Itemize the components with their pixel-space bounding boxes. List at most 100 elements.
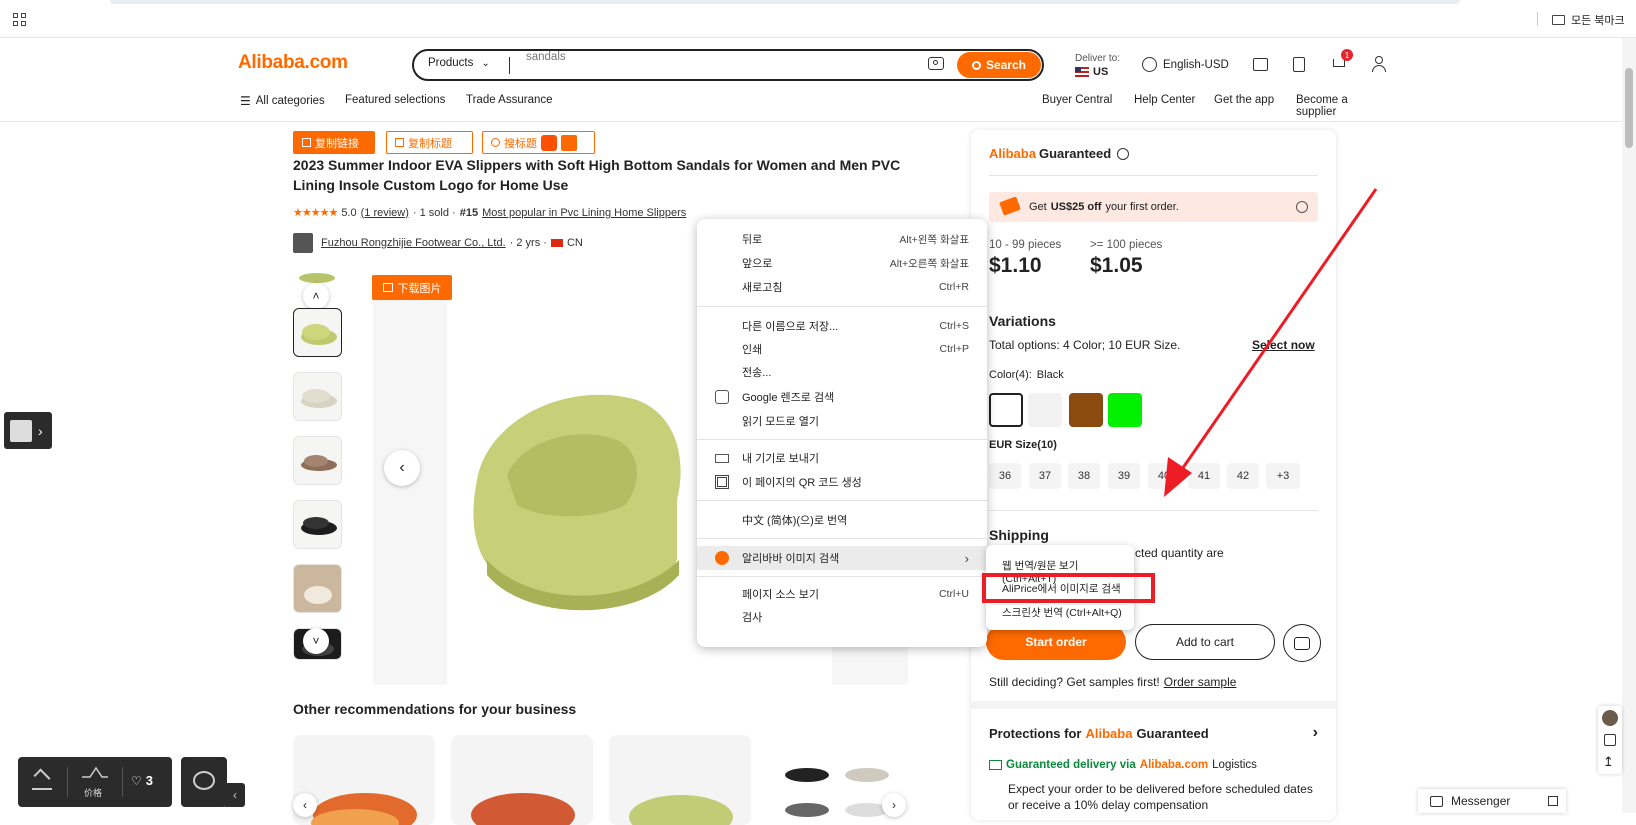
messages-icon[interactable] <box>1253 58 1268 71</box>
rec-card-3[interactable] <box>609 735 751 825</box>
messenger-label: Messenger <box>1451 794 1511 808</box>
alibaba-logo[interactable]: Alibaba.com <box>238 52 348 74</box>
copy-title-button[interactable]: 复制标题 <box>386 131 473 154</box>
get-app-link[interactable]: Get the app <box>1214 94 1274 106</box>
beige-sandal-icon <box>301 389 337 408</box>
size-chip-38[interactable]: 38 <box>1068 463 1100 489</box>
rank-link[interactable]: Most popular in Pvc Lining Home Slippers <box>482 207 686 219</box>
protections-brand-alibaba: Alibaba <box>1085 726 1133 741</box>
size-label: EUR Size(10) <box>989 439 1057 451</box>
order-sample-link[interactable]: Order sample <box>1164 675 1237 689</box>
price-chart-icon[interactable] <box>80 765 110 779</box>
thumbnail-green[interactable] <box>293 308 342 357</box>
account-icon[interactable] <box>1372 56 1386 72</box>
menu-qr-code[interactable]: 이 페이지의 QR 코드 생성 <box>697 471 987 493</box>
dock-collapse-button[interactable]: ‹ <box>225 783 245 807</box>
submenu-screenshot-translate[interactable]: 스크린샷 번역 (Ctrl+Alt+Q) <box>1002 605 1122 620</box>
menu-print-label: 인쇄 <box>742 344 763 356</box>
download-image-button[interactable]: 下载图片 <box>372 275 452 300</box>
menu-forward[interactable]: 앞으로 Alt+오른쪽 화살표 <box>697 252 987 274</box>
page-scrollbar[interactable] <box>1622 38 1636 813</box>
truck-icon <box>989 760 1002 770</box>
search-button[interactable]: Search <box>957 52 1041 78</box>
menu-view-source-shortcut: Ctrl+U <box>938 588 969 600</box>
feedback-icon[interactable] <box>1604 734 1616 746</box>
trade-assurance-link[interactable]: Trade Assurance <box>466 94 553 106</box>
thumbnail-black[interactable] <box>293 500 342 549</box>
favorites-counter[interactable]: ♡ 3 <box>131 773 153 788</box>
protections-heading[interactable]: Protections for Alibaba Guaranteed › <box>989 724 1318 741</box>
menu-print[interactable]: 인쇄 Ctrl+P <box>697 338 987 360</box>
orders-icon[interactable] <box>1293 57 1305 72</box>
become-supplier-link[interactable]: Become a supplier <box>1296 94 1390 118</box>
expand-window-icon[interactable] <box>1548 796 1558 806</box>
taobao-badge-icon <box>561 134 577 151</box>
size-chip-39[interactable]: 39 <box>1108 463 1140 489</box>
search-title-icon <box>491 138 500 147</box>
menu-view-source[interactable]: 페이지 소스 보기 Ctrl+U <box>697 583 987 605</box>
scrollbar-thumb[interactable] <box>1625 68 1633 148</box>
search-bar[interactable]: Products ⌄ sandals <box>412 49 1044 81</box>
search-input[interactable]: sandals <box>526 51 566 63</box>
help-center-link[interactable]: Help Center <box>1134 94 1195 106</box>
supplier-link[interactable]: Fuzhou Rongzhijie Footwear Co., Ltd. <box>321 237 506 249</box>
logistics-label: Logistics <box>1212 759 1257 771</box>
all-bookmarks-button[interactable]: 모든 북마크 <box>1552 12 1625 28</box>
menu-reading-mode[interactable]: 읽기 모드로 열기 <box>697 410 987 432</box>
all-bookmarks-label: 모든 북마크 <box>1571 15 1625 27</box>
camera-icon[interactable] <box>928 57 944 70</box>
copy-link-button[interactable]: 复制链接 <box>293 131 375 154</box>
rec-next-arrow[interactable]: › <box>882 793 906 817</box>
rec-prev-arrow[interactable]: ‹ <box>293 793 317 817</box>
featured-selections-link[interactable]: Featured selections <box>345 94 445 106</box>
menu-send-devices[interactable]: 내 기기로 보내기 <box>697 447 987 469</box>
menu-cast[interactable]: 전송... <box>697 361 987 383</box>
back-to-top-icon[interactable]: ↥ <box>1603 754 1614 770</box>
menu-save-as[interactable]: 다른 이름으로 저장... Ctrl+S <box>697 315 987 337</box>
info-icon[interactable] <box>1117 147 1130 160</box>
thumbnail-lifestyle[interactable] <box>293 564 342 613</box>
protections-brand-guaranteed: Guaranteed <box>1136 726 1209 741</box>
messenger-bar[interactable]: Messenger <box>1418 789 1566 813</box>
guaranteed-delivery-label: Guaranteed delivery via <box>1006 759 1136 771</box>
menu-reload[interactable]: 새로고침 Ctrl+R <box>697 276 987 298</box>
chevron-down-icon: ⌄ <box>481 57 490 69</box>
swatch-green[interactable] <box>1108 393 1142 427</box>
size-chip-36[interactable]: 36 <box>989 463 1021 489</box>
dock-home-icon[interactable] <box>32 768 52 790</box>
add-to-cart-button[interactable]: Add to cart <box>1135 624 1275 660</box>
floating-side-widget[interactable]: › <box>4 412 52 449</box>
menu-google-lens[interactable]: Google 렌즈로 검색 <box>697 386 987 408</box>
search-title-button[interactable]: 搜标题 <box>482 131 595 154</box>
review-link[interactable]: (1 review) <box>361 207 409 219</box>
menu-alibaba-image-search[interactable]: 알리바바 이미지 검색 › <box>697 546 987 570</box>
buyer-central-link[interactable]: Buyer Central <box>1042 94 1112 106</box>
thumbnail-brown[interactable] <box>293 436 342 485</box>
rating-value: 5.0 <box>341 206 357 219</box>
swatch-brown[interactable] <box>1069 393 1103 427</box>
apps-grid-icon[interactable] <box>13 13 26 26</box>
coupon-pre: Get <box>1029 201 1047 213</box>
all-categories-link[interactable]: ☰ All categories <box>240 94 325 108</box>
thumb-down-arrow[interactable]: ˅ <box>303 628 329 654</box>
product-meta: ★★★★★ 5.0 (1 review) · 1 sold · #15 Most… <box>293 206 686 220</box>
rec-card-2[interactable] <box>451 735 593 825</box>
dock-chat-button[interactable] <box>181 757 227 807</box>
image-prev-arrow[interactable]: ‹ <box>384 450 420 486</box>
qr-code-icon <box>715 475 729 489</box>
cart-icon[interactable]: 1 <box>1331 49 1353 71</box>
language-selector[interactable]: English-USD <box>1142 57 1229 72</box>
swatch-black[interactable] <box>989 393 1023 427</box>
menu-inspect[interactable]: 검사 <box>697 606 987 628</box>
thumb-up-arrow[interactable]: ˄ <box>303 283 329 309</box>
language-label: English-USD <box>1163 58 1229 71</box>
menu-back[interactable]: 뒤로 Alt+왼쪽 화살표 <box>697 228 987 250</box>
swatch-white[interactable] <box>1028 393 1062 427</box>
deliver-to[interactable]: Deliver to: US <box>1075 53 1120 78</box>
search-category-select[interactable]: Products ⌄ <box>428 57 490 69</box>
thumbnail-beige[interactable] <box>293 372 342 421</box>
menu-translate[interactable]: 中文 (简体)(으)로 번역 <box>697 509 987 531</box>
avatar-icon[interactable] <box>1602 710 1618 726</box>
chat-supplier-button[interactable] <box>1283 624 1321 662</box>
size-chip-37[interactable]: 37 <box>1029 463 1061 489</box>
